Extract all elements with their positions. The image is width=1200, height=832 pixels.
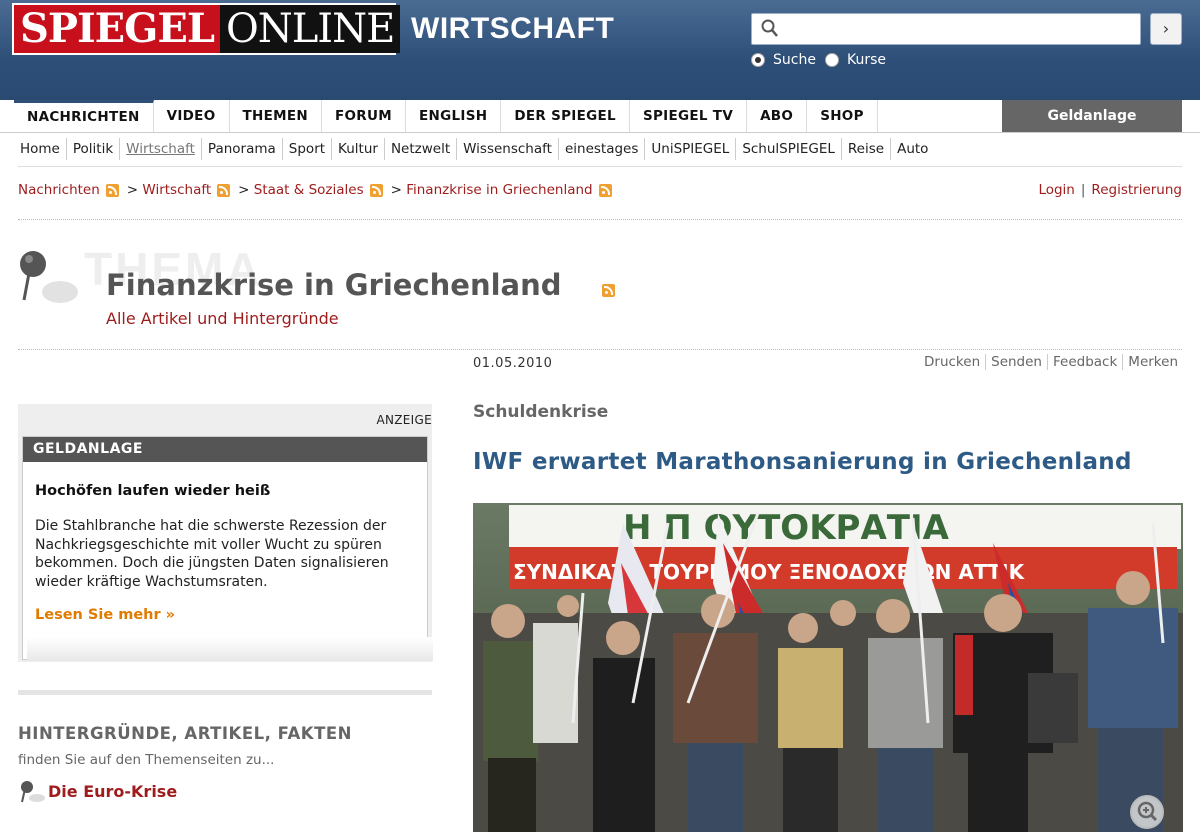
- account-links: Login | Registrierung: [1038, 182, 1182, 198]
- ad-title[interactable]: Hochöfen laufen wieder heiß: [35, 483, 270, 499]
- rss-icon[interactable]: [105, 183, 119, 197]
- pushpin-icon: [21, 781, 45, 803]
- subnav-sport[interactable]: Sport: [283, 138, 333, 160]
- bookmark-link[interactable]: Merken: [1123, 354, 1178, 370]
- ad-text: Die Stahlbranche hat die schwerste Rezes…: [35, 518, 389, 590]
- breadcrumb-finanzkrise[interactable]: Finanzkrise in Griechenland: [406, 182, 592, 198]
- breadcrumb-separator: >: [126, 182, 139, 198]
- nav-item-spiegel-tv[interactable]: SPIEGEL TV: [630, 100, 748, 133]
- breadcrumb-staat-soziales[interactable]: Staat & Soziales: [254, 182, 364, 198]
- nav-item-forum[interactable]: FORUM: [322, 100, 406, 133]
- section-title: WIRTSCHAFT: [411, 12, 615, 45]
- divider: [18, 219, 1182, 220]
- search-option-suche[interactable]: Suche: [751, 52, 816, 68]
- geldanlage-tab[interactable]: Geldanlage: [1002, 100, 1182, 133]
- rss-icon[interactable]: [217, 183, 231, 197]
- search-option-kurse[interactable]: Kurse: [825, 52, 886, 68]
- magnifier-plus-icon: [1137, 801, 1158, 822]
- account-separator: |: [1080, 182, 1086, 198]
- chevron-right-icon: ›: [1162, 19, 1170, 38]
- send-link[interactable]: Senden: [986, 354, 1048, 370]
- rss-icon[interactable]: [602, 284, 615, 297]
- zoom-icon[interactable]: [1130, 795, 1164, 829]
- breadcrumb-nachrichten[interactable]: Nachrichten: [18, 182, 100, 198]
- nav-item-shop[interactable]: SHOP: [807, 100, 878, 133]
- register-link[interactable]: Registrierung: [1091, 182, 1182, 198]
- page-subtitle[interactable]: Alle Artikel und Hintergründe: [106, 309, 339, 328]
- subnav-politik[interactable]: Politik: [67, 138, 121, 160]
- subnav-netzwelt[interactable]: Netzwelt: [385, 138, 458, 160]
- ad-read-more-link[interactable]: Lesen Sie mehr »: [35, 607, 175, 623]
- ad-footer-gradient: [27, 637, 433, 661]
- logo-spiegel: SPIEGEL: [14, 5, 220, 53]
- breadcrumb: Nachrichten > Wirtschaft > Staat & Sozia…: [18, 182, 620, 198]
- breadcrumb-separator: >: [238, 182, 250, 198]
- site-header: SPIEGEL ONLINE WIRTSCHAFT › Suche Kurse: [0, 0, 1200, 100]
- ad-box: ANZEIGE GELDANLAGE Hochöfen laufen wiede…: [18, 404, 433, 662]
- banner-text-top: Η Π ΟΥΤΟΚΡΑΤΙΑ: [623, 508, 950, 548]
- ad-teaser[interactable]: GELDANLAGE Hochöfen laufen wieder heiß D…: [22, 436, 433, 661]
- sub-nav: Home Politik Wirtschaft Panorama Sport K…: [14, 138, 934, 160]
- radio-unselected-icon: [825, 53, 839, 67]
- search-option-label: Kurse: [847, 52, 887, 68]
- breadcrumb-wirtschaft[interactable]: Wirtschaft: [142, 182, 211, 198]
- rss-icon[interactable]: [598, 183, 612, 197]
- divider: [18, 349, 1182, 350]
- protest-photo-illustration: Η Π ΟΥΤΟΚΡΑΤΙΑ ΣΥΝΔΙΚΑΤΟ ΤΟΥΡΙΣΜΟΥ ΞΕΝΟΔ…: [473, 503, 1183, 832]
- main-nav: NACHRICHTEN VIDEO THEMEN FORUM ENGLISH D…: [14, 100, 878, 133]
- ad-label: ANZEIGE: [376, 413, 432, 427]
- feedback-link[interactable]: Feedback: [1048, 354, 1124, 370]
- page-title: Finanzkrise in Griechenland: [106, 268, 562, 302]
- subnav-panorama[interactable]: Panorama: [202, 138, 283, 160]
- nav-item-themen[interactable]: THEMEN: [230, 100, 322, 133]
- subnav-divider: [18, 166, 1182, 167]
- search-option-label: Suche: [773, 52, 816, 68]
- article-kicker: Schuldenkrise: [473, 402, 609, 422]
- nav-item-english[interactable]: ENGLISH: [406, 100, 502, 133]
- nav-item-der-spiegel[interactable]: DER SPIEGEL: [501, 100, 630, 133]
- subnav-reise[interactable]: Reise: [842, 138, 892, 160]
- print-link[interactable]: Drucken: [919, 354, 987, 370]
- login-link[interactable]: Login: [1038, 182, 1074, 198]
- subnav-home[interactable]: Home: [14, 138, 67, 160]
- article-date: 01.05.2010: [473, 356, 553, 371]
- left-column-divider: [18, 690, 432, 695]
- nav-divider: [0, 132, 1200, 133]
- nav-item-abo[interactable]: ABO: [747, 100, 808, 133]
- search-input[interactable]: [751, 13, 1141, 45]
- logo-online: ONLINE: [219, 5, 401, 53]
- subnav-wissenschaft[interactable]: Wissenschaft: [457, 138, 559, 160]
- article-tools: Drucken Senden Feedback Merken: [919, 354, 1178, 370]
- subnav-kultur[interactable]: Kultur: [332, 138, 385, 160]
- subnav-unispiegel[interactable]: UniSPIEGEL: [645, 138, 737, 160]
- article-photo[interactable]: Η Π ΟΥΤΟΚΡΑΤΙΑ ΣΥΝΔΙΚΑΤΟ ΤΟΥΡΙΣΜΟΥ ΞΕΝΟΔ…: [473, 503, 1183, 832]
- breadcrumb-separator: >: [390, 182, 402, 198]
- search-submit-button[interactable]: ›: [1150, 13, 1182, 45]
- pushpin-icon: [20, 251, 78, 303]
- subnav-auto[interactable]: Auto: [891, 138, 934, 160]
- subnav-wirtschaft[interactable]: Wirtschaft: [120, 138, 202, 160]
- background-section-subtitle: finden Sie auf den Themenseiten zu...: [18, 752, 275, 768]
- article-headline[interactable]: IWF erwartet Marathonsanierung in Griech…: [473, 449, 1132, 475]
- rss-icon[interactable]: [369, 183, 383, 197]
- subnav-schulspiegel[interactable]: SchulSPIEGEL: [736, 138, 842, 160]
- euro-krise-link[interactable]: Die Euro-Krise: [48, 782, 177, 801]
- nav-item-video[interactable]: VIDEO: [154, 100, 230, 133]
- spiegel-online-logo[interactable]: SPIEGEL ONLINE: [12, 3, 401, 55]
- background-section-title: HINTERGRÜNDE, ARTIKEL, FAKTEN: [18, 724, 352, 743]
- search-icon: [761, 19, 778, 37]
- ad-header: GELDANLAGE: [23, 437, 427, 462]
- subnav-einestages[interactable]: einestages: [559, 138, 646, 160]
- radio-selected-icon: [751, 53, 765, 67]
- nav-item-nachrichten[interactable]: NACHRICHTEN: [14, 100, 154, 133]
- banner-text-bottom: ΣΥΝΔΙΚΑΤΟ ΤΟΥΡΙΣΜΟΥ ΞΕΝΟΔΟΧΕΙΩΝ ΑΤΤΙΚ: [513, 560, 1026, 584]
